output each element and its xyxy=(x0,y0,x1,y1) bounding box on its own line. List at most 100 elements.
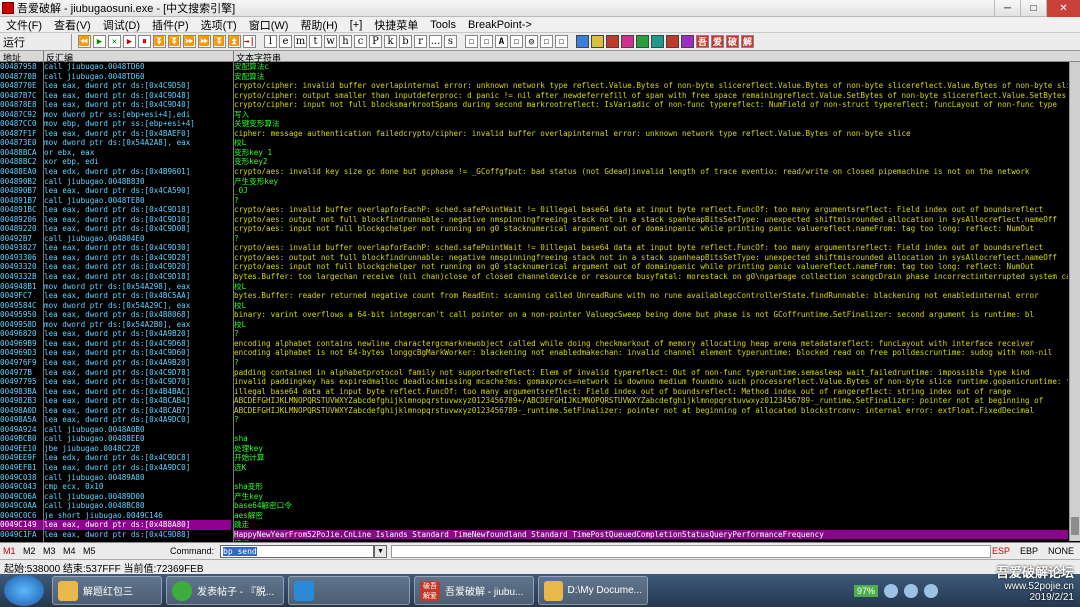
address-cell[interactable]: 00487CC0 xyxy=(0,119,43,129)
string-row[interactable]: 安配算法 xyxy=(234,72,1068,82)
menu-item[interactable]: 窗口(W) xyxy=(243,17,295,33)
string-row[interactable]: illegal base64 data at input byte reflec… xyxy=(234,387,1068,397)
string-row[interactable] xyxy=(234,425,1068,435)
address-cell[interactable]: 004969B9 xyxy=(0,339,43,349)
disasm-cell[interactable]: lea eax, dword ptr ds:[0x4C9D18] xyxy=(44,272,231,282)
address-cell[interactable]: 0049EF81 xyxy=(0,463,43,473)
disasm-cell[interactable]: mov dword ptr ds:[0x54A29C], eax xyxy=(44,301,231,311)
disasm-cell[interactable]: mov dword ptr ds:[0x54A2B0], eax xyxy=(44,320,231,330)
disasm-cell[interactable]: call jiubugao.0048A0B0 xyxy=(44,425,231,435)
string-row[interactable]: 产生key xyxy=(234,492,1068,502)
disasm-cell[interactable]: lea eax, dword ptr ds:[0x4BCAB7] xyxy=(44,406,231,416)
string-row[interactable]: 写入 xyxy=(234,110,1068,120)
address-cell[interactable]: 00498A0D xyxy=(0,406,43,416)
memory-tab-m2[interactable]: M2 xyxy=(20,546,40,556)
address-cell[interactable]: 0049C043 xyxy=(0,482,43,492)
window-e-button[interactable]: e xyxy=(279,35,292,48)
task-browser[interactable]: 发表帖子 - 『脱... xyxy=(166,576,284,605)
address-cell[interactable]: 0049EE10 xyxy=(0,444,43,454)
address-cell[interactable]: 00493827 xyxy=(0,243,43,253)
address-cell[interactable]: 004977B xyxy=(0,368,43,378)
tool-icon[interactable]: ◎ xyxy=(525,35,538,48)
string-row[interactable]: padding contained in alphabetprotocol fa… xyxy=(234,368,1068,378)
string-row[interactable]: 关键变形算法 xyxy=(234,119,1068,129)
string-row[interactable]: cipher: message authentication failedcry… xyxy=(234,129,1068,139)
menu-item[interactable]: BreakPoint-> xyxy=(462,19,538,31)
disasm-cell[interactable]: lea eax, dword ptr ds:[0x4A9DC0] xyxy=(44,463,231,473)
tool-icon[interactable]: ☐ xyxy=(540,35,553,48)
string-row[interactable]: ? xyxy=(234,329,1068,339)
string-row[interactable]: 校L xyxy=(234,138,1068,148)
toolbar-button[interactable]: ⏩ xyxy=(198,35,211,48)
window-b-button[interactable]: b xyxy=(399,35,412,48)
string-row[interactable]: 跳走 xyxy=(234,520,1068,530)
start-button[interactable] xyxy=(4,575,44,606)
window-m-button[interactable]: m xyxy=(294,35,307,48)
disasm-cell[interactable]: lea eax, dword ptr ds:[0x4B4BAC] xyxy=(44,387,231,397)
toolbar-button[interactable]: ⏩ xyxy=(183,35,196,48)
address-cell[interactable]: 0049C0AA xyxy=(0,501,43,511)
task-app[interactable] xyxy=(288,576,410,605)
address-cell[interactable]: 004948B1 xyxy=(0,282,43,292)
toolbar-button[interactable]: ✕ xyxy=(108,35,121,48)
string-row[interactable]: crypto/aes: invalid key size gc done but… xyxy=(234,167,1068,177)
disasm-cell[interactable]: lea eax, dword ptr ds:[0x4C9D60] xyxy=(44,348,231,358)
string-row[interactable]: 校L xyxy=(234,301,1068,311)
address-cell[interactable]: 00495950 xyxy=(0,310,43,320)
menu-item[interactable]: 调试(D) xyxy=(97,17,146,33)
address-cell[interactable]: 00488EA0 xyxy=(0,167,43,177)
address-cell[interactable]: 004891B7 xyxy=(0,196,43,206)
disasm-cell[interactable]: lea eax, dword ptr ds:[0x4B8A80] xyxy=(44,520,231,530)
string-row[interactable]: 开始计算 xyxy=(234,453,1068,463)
window-s-button[interactable]: s xyxy=(444,35,457,48)
disasm-cell[interactable]: lea eax, dword ptr ds:[0x4CA590] xyxy=(44,186,231,196)
toolbar-button[interactable]: ⏸ xyxy=(138,35,151,48)
task-explorer[interactable]: D:\My Docume... xyxy=(538,576,648,605)
disasm-cell[interactable]: lea eax, dword ptr ds:[0x4BAEF0] xyxy=(44,129,231,139)
string-row[interactable]: _0J xyxy=(234,186,1068,196)
address-cell[interactable]: 0049C1FA xyxy=(0,530,43,540)
disasm-cell[interactable]: je short jiubugao.0049C146 xyxy=(44,511,231,521)
disasm-cell[interactable]: jbe jiubugao.0048C22B xyxy=(44,444,231,454)
disasm-cell[interactable]: mov ebp, dword ptr ss:[ebp+esi+4] xyxy=(44,119,231,129)
string-row[interactable]: ABCDEFGHIJKLMNOPQRSTUVWXYZabcdefghijklmn… xyxy=(234,406,1068,416)
disasm-cell[interactable]: mov dword ptr ds:[0x54A2A8], eax xyxy=(44,138,231,148)
disasm-cell[interactable]: lea eax, dword ptr ds:[0x4C9D68] xyxy=(44,339,231,349)
window-k-button[interactable]: k xyxy=(384,35,397,48)
window-h-button[interactable]: h xyxy=(339,35,352,48)
address-cell[interactable]: 0049C149 xyxy=(0,520,43,530)
disasm-cell[interactable]: lea eax, dword ptr ds:[0x4C9D08] xyxy=(44,224,231,234)
color-swatch-icon[interactable] xyxy=(651,35,664,48)
string-row[interactable]: ? xyxy=(234,196,1068,206)
disasm-cell[interactable]: lea eax, dword ptr ds:[0x4C9D48] xyxy=(44,91,231,101)
address-cell[interactable]: 0049C038 xyxy=(0,473,43,483)
disasm-cell[interactable]: call jiubugao.00489A80 xyxy=(44,473,231,483)
toolbar-button[interactable]: ▶ xyxy=(123,35,136,48)
string-row[interactable]: crypto/aes: invalid buffer overlapforEac… xyxy=(234,243,1068,253)
disasm-cell[interactable]: call jiubugao.0048TE80 xyxy=(44,196,231,206)
tool-icon[interactable]: ☐ xyxy=(480,35,493,48)
address-cell[interactable]: 004982B3 xyxy=(0,396,43,406)
disasm-cell[interactable]: call jiubugao.00489D00 xyxy=(44,492,231,502)
string-row[interactable]: crypto/cipher: invalid buffer overlapint… xyxy=(234,81,1068,91)
string-row[interactable]: crypto/cipher: input not full blocksmark… xyxy=(234,100,1068,110)
ebp-button[interactable]: EBP xyxy=(1020,546,1038,556)
memory-tab-m3[interactable]: M3 xyxy=(40,546,60,556)
string-row[interactable]: 处理key xyxy=(234,444,1068,454)
memory-tab-m4[interactable]: M4 xyxy=(60,546,80,556)
command-input[interactable]: bp send xyxy=(220,544,375,558)
esp-button[interactable]: ESP xyxy=(992,546,1010,556)
disasm-cell[interactable]: lea eax, dword ptr ds:[0x4C9D40] xyxy=(44,100,231,110)
task-debugger[interactable]: 破吾解爱吾爱破解 - jiubu... xyxy=(414,576,534,605)
string-row[interactable]: sha xyxy=(234,434,1068,444)
address-cell[interactable]: 00498A5A xyxy=(0,415,43,425)
address-cell[interactable]: 0048770E xyxy=(0,81,43,91)
window-P-button[interactable]: P xyxy=(369,35,382,48)
menu-item[interactable]: [+] xyxy=(344,19,369,31)
address-cell[interactable]: 00487B7C xyxy=(0,91,43,101)
address-cell[interactable]: 0049958D xyxy=(0,320,43,330)
window-r-button[interactable]: r xyxy=(414,35,427,48)
task-folder[interactable]: 解题红包三 xyxy=(52,576,162,605)
close-button[interactable]: ✕ xyxy=(1046,0,1080,17)
disasm-cell[interactable]: or ebx, eax xyxy=(44,148,231,158)
